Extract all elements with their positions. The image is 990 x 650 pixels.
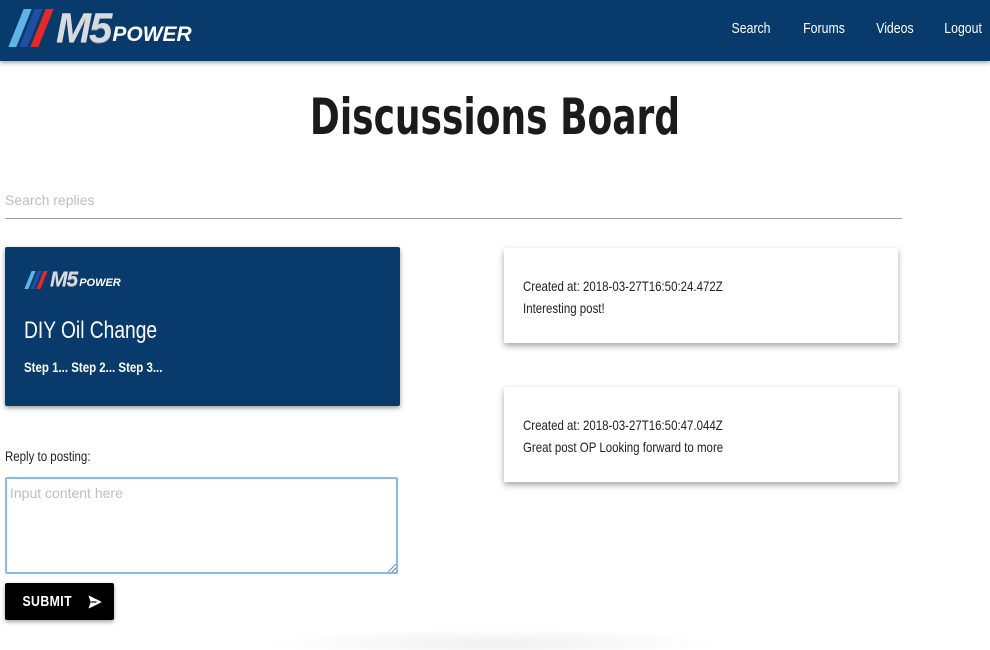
top-navbar: M5 POWER Search Forums Videos Logout: [0, 0, 990, 61]
nav-videos-link[interactable]: Videos: [876, 20, 913, 37]
nav-search-link[interactable]: Search: [732, 20, 771, 37]
nav-links: Search Forums Videos Logout: [700, 20, 982, 37]
logo-brand-text: M5: [56, 4, 112, 51]
search-input[interactable]: [5, 183, 902, 213]
search-field-wrapper: [5, 183, 902, 219]
bottom-shadow: [260, 628, 730, 650]
post-card-logo: M5 POWER: [24, 267, 381, 291]
nav-logout-link[interactable]: Logout: [944, 20, 982, 37]
reply-card: Created at: 2018-03-27T16:50:24.472Z Int…: [504, 248, 898, 343]
post-body: Step 1... Step 2... Step 3...: [24, 359, 163, 375]
textarea-resize-handle[interactable]: [388, 564, 396, 572]
reply-text: Great post OP Looking forward to more: [523, 439, 724, 455]
submit-label: SUBMIT: [22, 593, 73, 610]
card-logo-suffix-text: POWER: [79, 277, 121, 289]
reply-label: Reply to posting:: [5, 448, 91, 464]
card-logo-brand-text: M5: [50, 268, 78, 291]
send-icon: [88, 595, 102, 608]
reply-text: Interesting post!: [523, 300, 605, 316]
card-logo-stripes: [24, 271, 48, 289]
logo-stripes: [6, 9, 54, 47]
reply-textarea[interactable]: [5, 477, 398, 574]
reply-timestamp: Created at: 2018-03-27T16:50:47.044Z: [523, 417, 723, 433]
post-card: M5 POWER DIY Oil Change Step 1... Step 2…: [5, 247, 400, 406]
submit-button[interactable]: SUBMIT: [5, 583, 114, 620]
reply-timestamp: Created at: 2018-03-27T16:50:24.472Z: [523, 278, 723, 294]
post-title: DIY Oil Change: [24, 317, 158, 344]
logo-suffix-text: POWER: [112, 23, 192, 46]
page-title: Discussions Board: [309, 88, 681, 146]
reply-card: Created at: 2018-03-27T16:50:47.044Z Gre…: [504, 387, 898, 482]
nav-forums-link[interactable]: Forums: [803, 20, 845, 37]
site-logo[interactable]: M5 POWER: [6, 6, 192, 50]
